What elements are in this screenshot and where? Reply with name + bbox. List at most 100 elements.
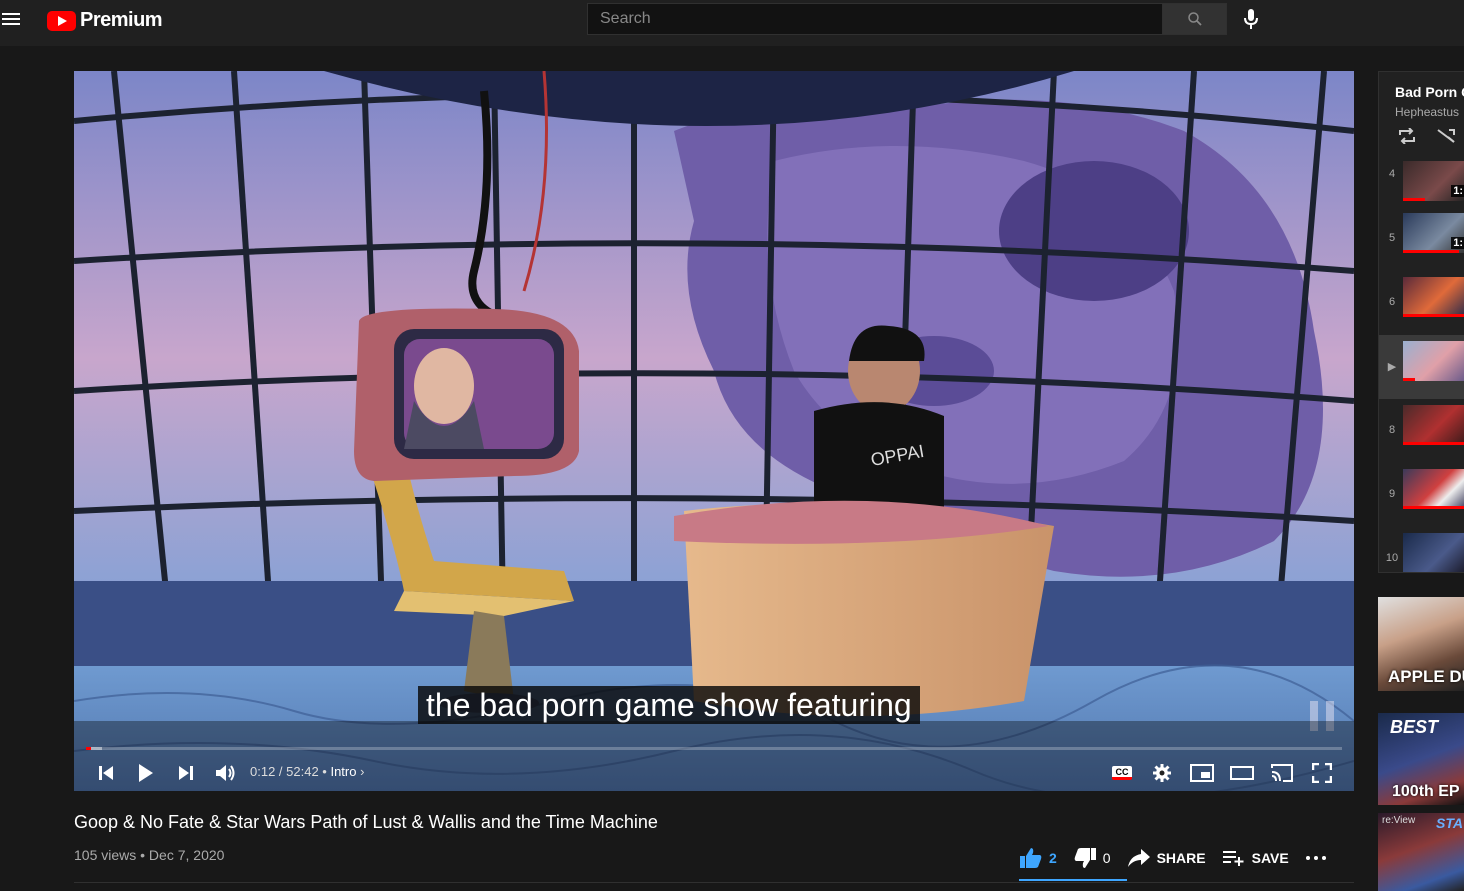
thumbnail-text: STA (1436, 815, 1463, 831)
progress-bar[interactable] (86, 747, 1342, 750)
duration-badge: 1: (1451, 237, 1464, 249)
share-label: SHARE (1156, 850, 1206, 866)
mute-button[interactable] (210, 755, 242, 791)
recommended-video-thumbnail[interactable]: APPLE DU (1378, 597, 1464, 691)
playlist-item-index: 9 (1388, 488, 1396, 500)
like-count: 2 (1049, 850, 1057, 866)
video-frame: OPPAI (74, 71, 1354, 791)
fullscreen-button[interactable] (1308, 755, 1336, 791)
play-icon (139, 764, 153, 782)
playlist-item-thumbnail (1403, 469, 1464, 509)
cast-button[interactable] (1268, 755, 1296, 791)
playlist-panel: Bad Porn G Hepheastus 4 1: 5 1: 6 ▶ 8 (1378, 71, 1464, 573)
playlist-item-current[interactable]: ▶ (1379, 335, 1464, 399)
share-icon (1127, 849, 1150, 867)
playlist-item[interactable]: 6 (1379, 267, 1464, 331)
more-actions-button[interactable] (1305, 855, 1327, 861)
top-bar: Premium (0, 0, 1464, 46)
section-divider (74, 882, 1354, 883)
next-button[interactable] (172, 755, 200, 791)
playlist-item[interactable]: 9 (1379, 463, 1464, 527)
playlist-item-index: 10 (1385, 552, 1399, 564)
thumbnail-text: 100th EP (1392, 783, 1460, 800)
save-label: SAVE (1251, 850, 1289, 866)
playlist-item[interactable]: 10 (1379, 527, 1464, 572)
watched-progress (1403, 198, 1425, 201)
thumbs-up-icon (1020, 848, 1042, 868)
playlist-item-thumbnail: 1: (1403, 161, 1464, 201)
player-controls: 0:12 / 52:42 • Intro › CC (74, 755, 1354, 791)
playlist-item-index: 8 (1388, 424, 1396, 436)
playlist-item-index: 6 (1388, 296, 1396, 308)
playlist-item-thumbnail: 1: (1403, 213, 1464, 253)
fullscreen-icon (1312, 763, 1332, 783)
like-ratio-bar (1019, 879, 1127, 881)
progress-played (86, 747, 92, 750)
search-box (587, 3, 1163, 35)
recommended-video-thumbnail[interactable]: BEST 100th EP (1378, 713, 1464, 805)
watched-progress (1403, 442, 1464, 445)
search-icon (1187, 12, 1202, 26)
theater-mode-icon (1230, 766, 1254, 780)
watched-progress (1403, 250, 1459, 253)
gear-icon (1153, 764, 1171, 782)
skip-next-icon (179, 766, 193, 780)
time-readout: 0:12 / 52:42 (250, 764, 319, 779)
dislike-button[interactable]: 0 (1073, 847, 1111, 869)
video-meta: 105 views • Dec 7, 2020 (74, 847, 225, 863)
thumbs-down-icon (1074, 848, 1096, 868)
more-horizontal-icon (1305, 856, 1326, 860)
chevron-right-icon[interactable]: › (360, 764, 364, 779)
like-button[interactable]: 2 (1019, 847, 1057, 869)
playlist-item-thumbnail (1403, 533, 1464, 572)
save-button[interactable]: SAVE (1222, 849, 1289, 867)
microphone-icon (1244, 9, 1258, 29)
video-player[interactable]: OPPAI the bad porn game show featuring 0… (74, 71, 1354, 791)
playlist-item-thumbnail (1403, 277, 1464, 317)
menu-icon[interactable] (2, 10, 22, 28)
watched-progress (1403, 506, 1464, 509)
playlist-item[interactable]: 5 1: (1379, 203, 1464, 267)
loop-icon[interactable] (1397, 128, 1417, 144)
share-button[interactable]: SHARE (1127, 848, 1206, 868)
volume-icon (216, 765, 235, 781)
watched-progress (1403, 378, 1416, 381)
shuffle-icon[interactable] (1437, 128, 1457, 144)
previous-button[interactable] (92, 755, 120, 791)
duration-badge: 1: (1451, 185, 1464, 197)
time-display: 0:12 / 52:42 • Intro › (250, 764, 364, 779)
playlist-item[interactable]: 8 (1379, 399, 1464, 463)
cc-icon: CC (1112, 766, 1132, 780)
playlist-item-index: 4 (1388, 168, 1396, 180)
playlist-item-index: 5 (1388, 232, 1396, 244)
voice-search-button[interactable] (1240, 6, 1262, 32)
video-actions: 2 0 SHARE SAVE (1019, 840, 1343, 876)
playlist-header: Bad Porn G Hepheastus (1379, 72, 1464, 159)
now-playing-indicator: ▶ (1387, 361, 1397, 373)
chapter-title[interactable]: Intro (330, 764, 356, 779)
logo-text: Premium (80, 9, 163, 31)
thumbnail-text: APPLE DU (1388, 667, 1464, 686)
playlist-item-thumbnail (1403, 405, 1464, 445)
watched-progress (1403, 314, 1464, 317)
skip-previous-icon (99, 766, 113, 780)
play-button[interactable] (132, 755, 160, 791)
thumbnail-text: BEST (1390, 717, 1439, 737)
cc-label: CC (1115, 766, 1129, 777)
playlist-add-icon (1222, 851, 1244, 866)
cast-icon (1271, 764, 1293, 782)
youtube-logo[interactable]: Premium (47, 9, 163, 32)
theater-mode-button[interactable] (1228, 755, 1256, 791)
miniplayer-icon (1190, 764, 1214, 782)
playlist-owner[interactable]: Hepheastus (1395, 105, 1459, 119)
playlist-title[interactable]: Bad Porn G (1395, 84, 1464, 100)
search-input[interactable] (588, 4, 1162, 34)
subtitles-button[interactable]: CC (1108, 755, 1136, 791)
recommended-video-thumbnail[interactable]: re:View STA (1378, 813, 1464, 891)
youtube-play-icon (47, 10, 76, 31)
playlist-item-thumbnail (1403, 341, 1464, 381)
settings-button[interactable] (1148, 755, 1176, 791)
search-button[interactable] (1162, 3, 1227, 35)
playlist-controls (1397, 128, 1457, 144)
miniplayer-button[interactable] (1188, 755, 1216, 791)
